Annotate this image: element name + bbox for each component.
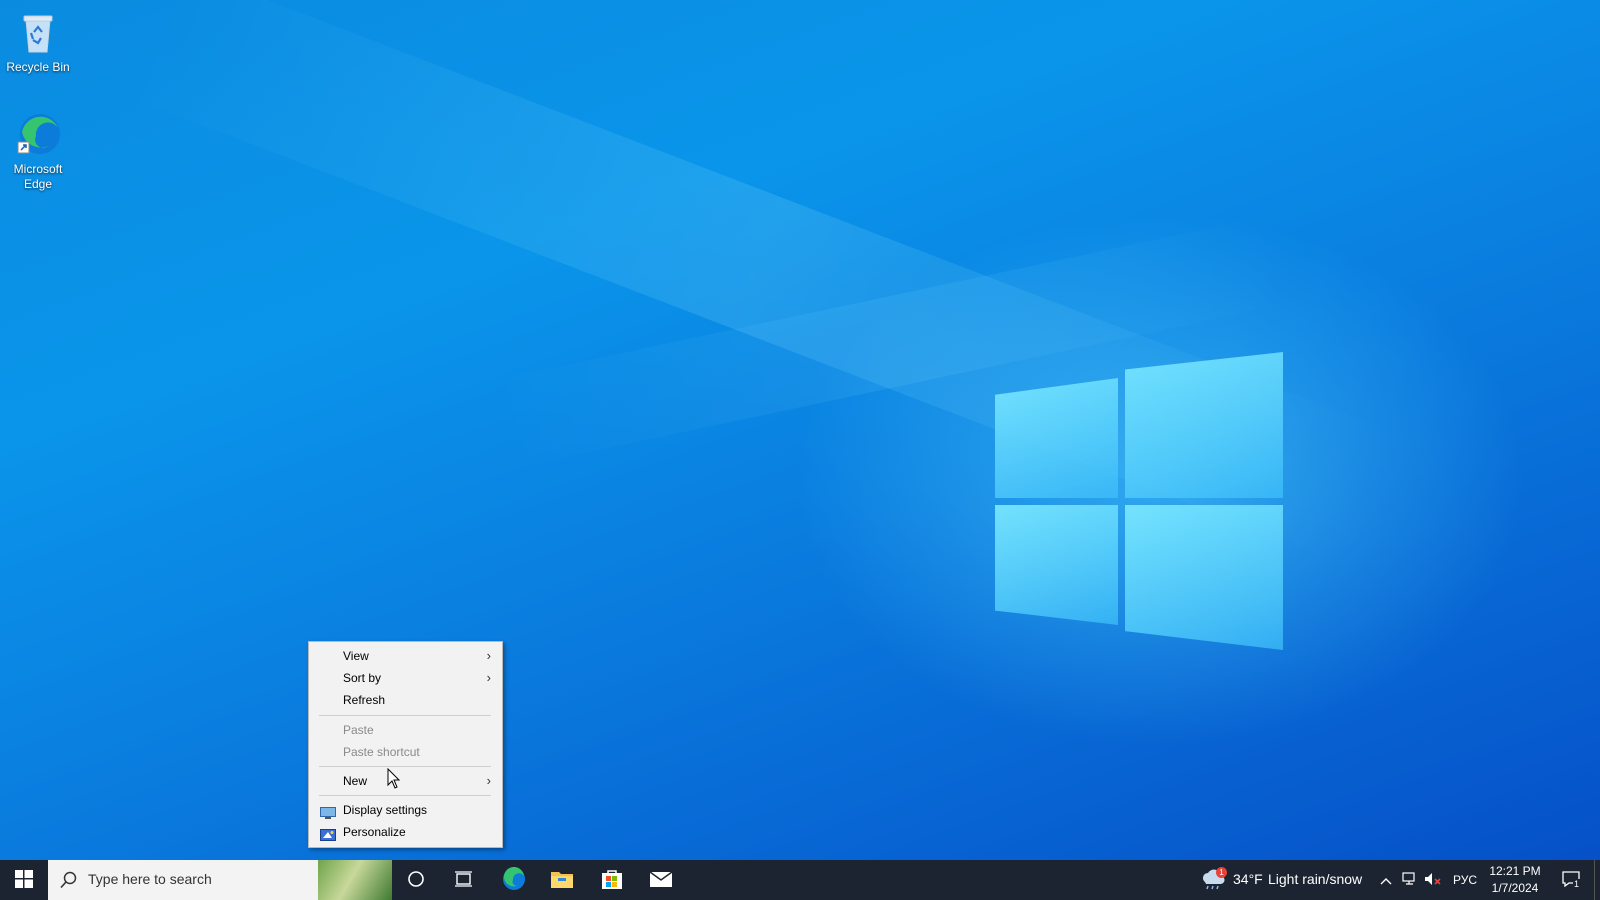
show-hidden-icons-button[interactable]: [1376, 860, 1396, 900]
menu-item-label: New: [343, 774, 368, 788]
menu-item-view[interactable]: View ›: [310, 645, 501, 667]
desktop-background[interactable]: Recycle Bin Microsoft Edge View › Sort b…: [0, 0, 1600, 860]
menu-item-new[interactable]: New ›: [310, 770, 501, 792]
task-view-button[interactable]: [440, 860, 488, 900]
cortana-icon: [407, 870, 425, 891]
menu-item-label: Personalize: [343, 825, 406, 839]
menu-separator: [319, 715, 491, 716]
logo-pane-bottom-right: [1125, 505, 1283, 650]
taskbar-search-box[interactable]: Type here to search: [48, 860, 392, 900]
windows-start-icon: [15, 869, 33, 891]
mail-icon: [649, 870, 673, 891]
chevron-right-icon: ›: [486, 773, 491, 788]
taskbar: Type here to search 1 34°F Light rain/sn…: [0, 860, 1600, 900]
clock-date: 1/7/2024: [1491, 881, 1539, 895]
mouse-cursor-icon: [387, 767, 401, 790]
edge-icon: [14, 110, 62, 158]
menu-separator: [319, 766, 491, 767]
taskbar-clock[interactable]: 12:21 PM 1/7/2024: [1484, 863, 1546, 897]
weather-condition: Light rain/snow: [1268, 871, 1363, 887]
menu-item-label: Paste shortcut: [343, 745, 420, 759]
search-highlight-image-icon: [318, 860, 392, 900]
edge-icon: [502, 866, 526, 894]
notification-count: 1: [1573, 878, 1581, 889]
menu-item-sort-by[interactable]: Sort by ›: [310, 667, 501, 689]
menu-item-display-settings[interactable]: Display settings: [310, 799, 501, 821]
menu-item-label: View: [343, 649, 369, 663]
file-explorer-icon: [550, 869, 574, 892]
menu-item-personalize[interactable]: Personalize: [310, 821, 501, 843]
desktop-icon-label: Recycle Bin: [6, 60, 70, 74]
menu-item-label: Sort by: [343, 671, 382, 685]
logo-pane-bottom-left: [995, 505, 1118, 625]
menu-item-paste-shortcut[interactable]: Paste shortcut: [310, 741, 501, 763]
menu-item-label: Paste: [343, 723, 374, 737]
input-language: РУС: [1452, 873, 1478, 887]
desktop-icon-edge[interactable]: Microsoft Edge: [0, 110, 76, 192]
volume-button[interactable]: [1423, 860, 1443, 900]
taskbar-store-button[interactable]: [588, 860, 636, 900]
weather-alert-badge: 1: [1216, 867, 1227, 878]
network-icon: [1402, 871, 1418, 889]
taskbar-file-explorer-button[interactable]: [538, 860, 586, 900]
clock-time: 12:21 PM: [1489, 864, 1541, 878]
chevron-up-icon: [1380, 872, 1392, 888]
search-icon: [60, 871, 78, 892]
cortana-button[interactable]: [392, 860, 440, 900]
logo-pane-top-left: [995, 378, 1118, 498]
desktop-icon-label: Microsoft Edge: [13, 162, 63, 191]
show-desktop-button[interactable]: [1594, 860, 1600, 900]
chevron-right-icon: ›: [486, 648, 491, 663]
menu-item-label: Refresh: [343, 693, 386, 707]
chevron-right-icon: ›: [486, 670, 491, 685]
network-button[interactable]: [1400, 860, 1420, 900]
store-icon: [601, 868, 623, 893]
personalize-icon: [320, 826, 336, 841]
volume-muted-icon: [1424, 872, 1442, 889]
weather-temperature: 34°F: [1233, 871, 1263, 887]
desktop-context-menu: View › Sort by › Refresh Paste Paste sho…: [308, 641, 503, 848]
recycle-bin-icon: [14, 8, 62, 56]
notifications-icon: 1: [1562, 870, 1581, 890]
display-icon: [320, 804, 336, 819]
menu-item-label: Display settings: [343, 803, 428, 817]
desktop-icon-recycle-bin[interactable]: Recycle Bin: [0, 8, 76, 75]
menu-item-paste[interactable]: Paste: [310, 719, 501, 741]
input-language-button[interactable]: РУС: [1450, 860, 1480, 900]
taskbar-edge-button[interactable]: [490, 860, 538, 900]
action-center-button[interactable]: 1: [1555, 860, 1587, 900]
menu-item-refresh[interactable]: Refresh: [310, 689, 501, 711]
start-button[interactable]: [0, 860, 48, 900]
logo-pane-top-right: [1125, 352, 1283, 498]
weather-widget[interactable]: 1 34°F Light rain/snow: [1198, 860, 1370, 900]
taskbar-mail-button[interactable]: [637, 860, 685, 900]
search-placeholder: Type here to search: [88, 871, 212, 887]
task-view-icon: [454, 870, 474, 891]
menu-separator: [319, 795, 491, 796]
